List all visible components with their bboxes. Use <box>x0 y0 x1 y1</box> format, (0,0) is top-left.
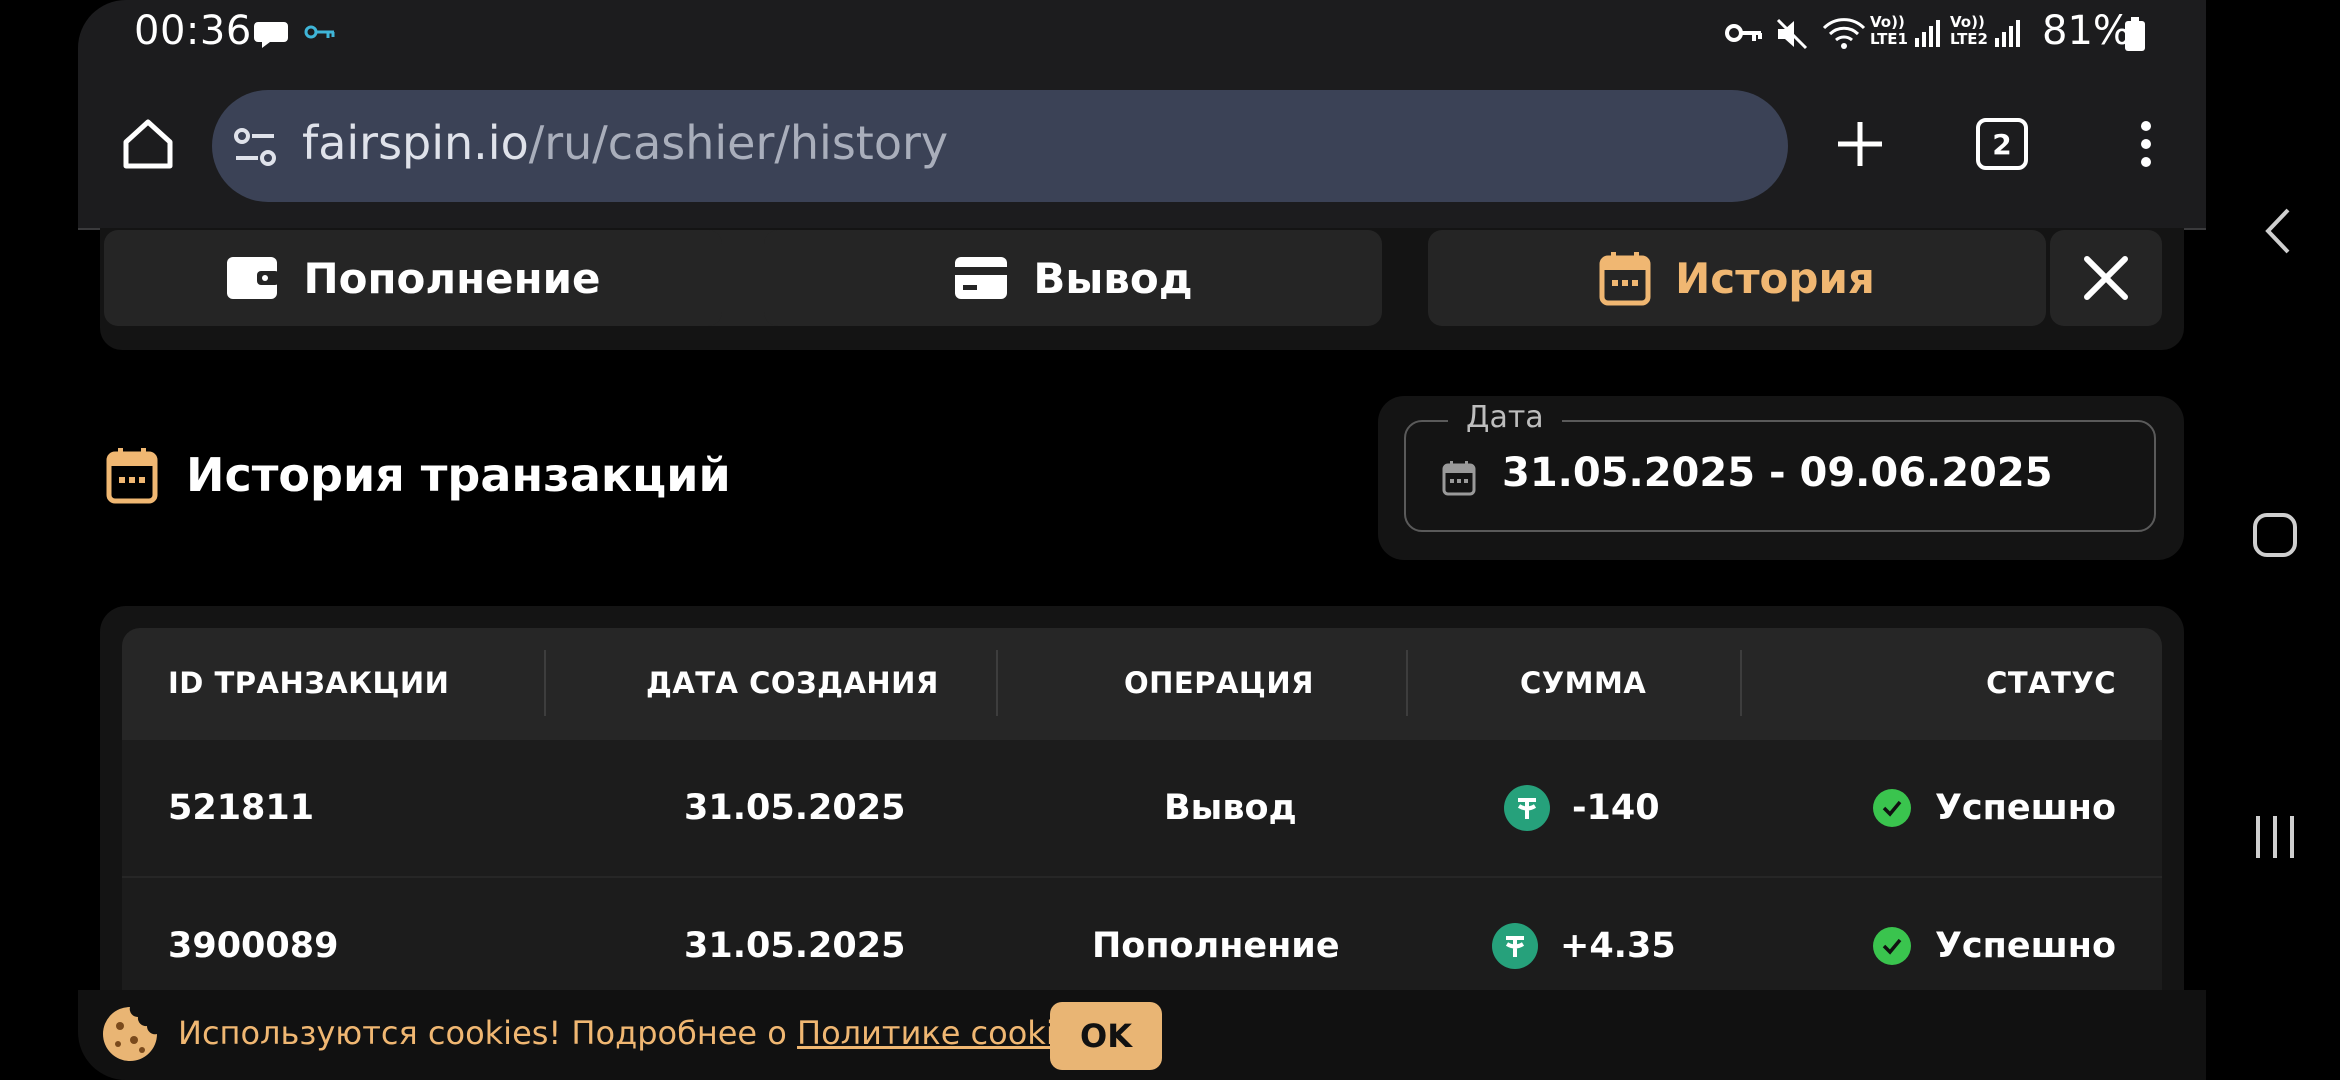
success-check-icon <box>1872 927 1911 965</box>
calendar-icon <box>1599 252 1651 306</box>
system-nav-bar <box>2206 0 2340 1080</box>
status-time: 00:36 <box>134 8 252 54</box>
wallet-icon <box>227 257 280 299</box>
lte1-label: Vo)) LTE1 <box>1870 13 1908 48</box>
col-header-status: СТАТУС <box>1986 666 2116 700</box>
cookie-policy-link[interactable]: Политике cookies <box>797 1014 1091 1052</box>
browser-toolbar: fairspin.io/ru/cashier/history 2 <box>78 68 2206 230</box>
site-settings-icon[interactable] <box>232 126 278 168</box>
phone-viewport: 00:36 Vo)) LTE1 Vo)) LTE2 81% fairspin.i… <box>78 0 2206 1080</box>
tab-withdraw-button[interactable]: Вывод <box>764 230 1382 326</box>
date-field-label: Дата <box>1448 400 1562 435</box>
col-divider <box>1740 650 1742 716</box>
signal-2-icon <box>1995 20 2020 47</box>
tab-history-label: История <box>1675 253 1875 303</box>
amount-value: -140 <box>1572 788 1660 828</box>
lte2-label: Vo)) LTE2 <box>1950 13 1988 48</box>
cookie-message: Используются cookies! Подробнее о Полити… <box>178 1014 1091 1052</box>
col-header-operation: ОПЕРАЦИЯ <box>1124 666 1314 700</box>
col-divider <box>1406 650 1408 716</box>
mute-icon <box>1776 18 1808 50</box>
col-header-amount: СУММА <box>1520 666 1647 700</box>
table-row[interactable]: 521811 31.05.2025 Вывод -140 Успешно <box>122 738 2162 876</box>
date-filter-panel: Дата 31.05.2025 - 09.06.2025 <box>1378 396 2184 560</box>
card-icon <box>955 257 1008 299</box>
cookie-text: Используются cookies! Подробнее о <box>178 1014 798 1052</box>
date-range-field[interactable]: Дата 31.05.2025 - 09.06.2025 <box>1404 400 2156 532</box>
date-calendar-icon <box>1442 461 1476 496</box>
vpn-key-icon <box>304 25 335 39</box>
tab-deposit-button[interactable]: Пополнение <box>104 230 722 326</box>
tab-history-button[interactable]: История <box>1428 230 2046 326</box>
history-heading: История транзакций <box>106 446 731 504</box>
new-tab-icon[interactable] <box>1834 118 1886 170</box>
cell-amount: -140 <box>1504 740 1660 876</box>
cell-operation: Вывод <box>1164 788 1297 828</box>
transactions-table: ID ТРАНЗАКЦИИ ДАТА СОЗДАНИЯ ОПЕРАЦИЯ СУМ… <box>122 628 2162 1014</box>
home-icon[interactable] <box>118 114 178 174</box>
col-divider <box>544 650 546 716</box>
cookie-ok-button[interactable]: OK <box>1050 1002 1162 1070</box>
url-text[interactable]: fairspin.io/ru/cashier/history <box>302 116 948 170</box>
amount-value: +4.35 <box>1560 926 1676 966</box>
page-title: История транзакций <box>186 448 731 502</box>
home-nav-icon[interactable] <box>2252 512 2298 558</box>
usdt-coin-icon <box>1504 785 1550 831</box>
status-bar: 00:36 Vo)) LTE1 Vo)) LTE2 81% <box>78 0 2206 68</box>
cell-transaction-id: 521811 <box>168 788 315 828</box>
status-value: Успешно <box>1934 788 2116 828</box>
url-host: fairspin.io <box>302 116 529 170</box>
recents-icon[interactable] <box>2252 812 2298 862</box>
calendar-title-icon <box>106 448 158 504</box>
col-header-date: ДАТА СОЗДАНИЯ <box>646 666 939 700</box>
cookie-icon <box>103 1007 157 1061</box>
signal-1-icon <box>1915 20 1940 47</box>
back-icon[interactable] <box>2262 206 2292 256</box>
usdt-coin-icon <box>1492 923 1538 969</box>
success-check-icon <box>1872 789 1911 827</box>
close-cashier-button[interactable] <box>2050 230 2162 326</box>
date-range-value: 31.05.2025 - 09.06.2025 <box>1502 450 2053 496</box>
col-header-id: ID ТРАНЗАКЦИИ <box>168 666 450 700</box>
tab-switcher-button[interactable]: 2 <box>1976 118 2028 170</box>
table-header: ID ТРАНЗАКЦИИ ДАТА СОЗДАНИЯ ОПЕРАЦИЯ СУМ… <box>122 628 2162 738</box>
col-divider <box>996 650 998 716</box>
cell-status: Успешно <box>1872 740 2116 876</box>
cookie-banner: Используются cookies! Подробнее о Полити… <box>78 990 2206 1080</box>
battery-icon <box>2125 17 2145 51</box>
cashier-tabs-row: Пополнение Вывод История <box>100 228 2184 350</box>
cell-created-date: 31.05.2025 <box>684 788 906 828</box>
tab-deposit-label: Пополнение <box>303 253 601 303</box>
url-path: /ru/cashier/history <box>528 116 949 170</box>
more-vert-icon[interactable] <box>2130 118 2162 170</box>
wifi-icon <box>1822 18 1866 49</box>
chat-bubble-icon <box>254 22 288 48</box>
close-icon <box>2084 256 2128 300</box>
key-icon <box>1725 24 1762 42</box>
address-bar[interactable]: fairspin.io/ru/cashier/history <box>212 90 1788 202</box>
tab-withdraw-label: Вывод <box>1033 253 1193 303</box>
tab-count: 2 <box>1992 127 2012 161</box>
status-value: Успешно <box>1934 926 2116 966</box>
battery-percent: 81% <box>2042 8 2131 54</box>
screen: 00:36 Vo)) LTE1 Vo)) LTE2 81% fairspin.i… <box>0 0 2340 1080</box>
